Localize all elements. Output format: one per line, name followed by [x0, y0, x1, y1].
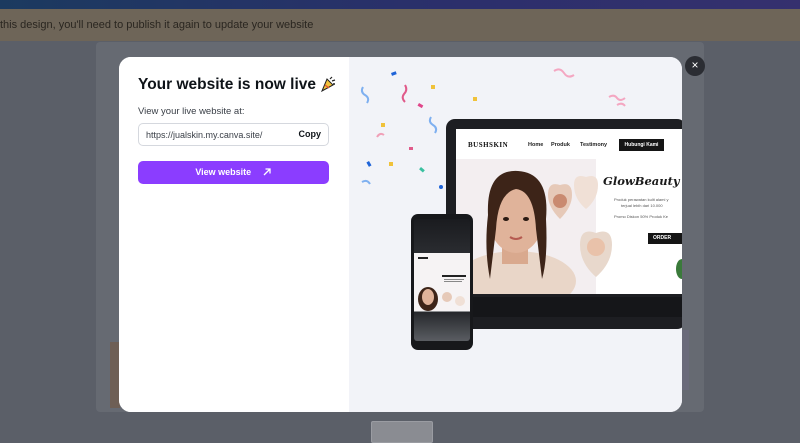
party-popper-icon — [320, 76, 336, 97]
arrow-up-right-icon — [263, 168, 271, 176]
laptop-base — [469, 297, 682, 317]
dialog-info-panel: Your website is now live View your live … — [119, 57, 349, 412]
preview-nav-testimony: Testimony — [580, 142, 608, 148]
live-url-field[interactable]: https://jualskin.my.canva.site/ Copy — [138, 123, 329, 146]
preview-nav-produk: Produk — [551, 142, 570, 148]
copy-button[interactable]: Copy — [299, 129, 322, 139]
editor-side-panel-right — [681, 330, 689, 390]
app-top-bar — [0, 0, 800, 9]
phone-hero-image — [414, 253, 470, 311]
phone-screen — [414, 219, 470, 341]
preview-hero-line: Produk perawatan kulit alami y — [614, 197, 669, 202]
live-url-text[interactable]: https://jualskin.my.canva.site/ — [146, 130, 262, 140]
republish-notice: this design, you'll need to publish it a… — [0, 9, 800, 41]
preview-brand-logo: BUSHSKIN — [468, 141, 509, 149]
view-website-button[interactable]: View website — [138, 161, 329, 184]
close-icon: × — [691, 58, 699, 72]
dialog-title: Your website is now live — [138, 76, 336, 97]
preview-nav-home: Home — [528, 142, 544, 148]
preview-order-button: ORDER — [648, 233, 682, 244]
preview-contact-button: Hubungi Kami — [619, 139, 664, 151]
publish-success-dialog: Your website is now live View your live … — [119, 57, 682, 412]
view-website-label: View website — [195, 167, 252, 177]
close-dialog-button[interactable]: × — [685, 56, 705, 76]
preview-hero-line: Promo Diskon 50% Produk Ke — [614, 214, 669, 219]
hero-image — [456, 129, 682, 294]
preview-hero-line: terjual lebih dari 10.000 — [621, 203, 663, 208]
live-url-label: View your live website at: — [138, 106, 245, 117]
preview-hero-title: GlowBeauty S — [603, 174, 682, 188]
page-thumbnail — [371, 421, 433, 443]
laptop-screen: BUSHSKIN Home Produk Testimony Hubungi K… — [456, 129, 682, 294]
